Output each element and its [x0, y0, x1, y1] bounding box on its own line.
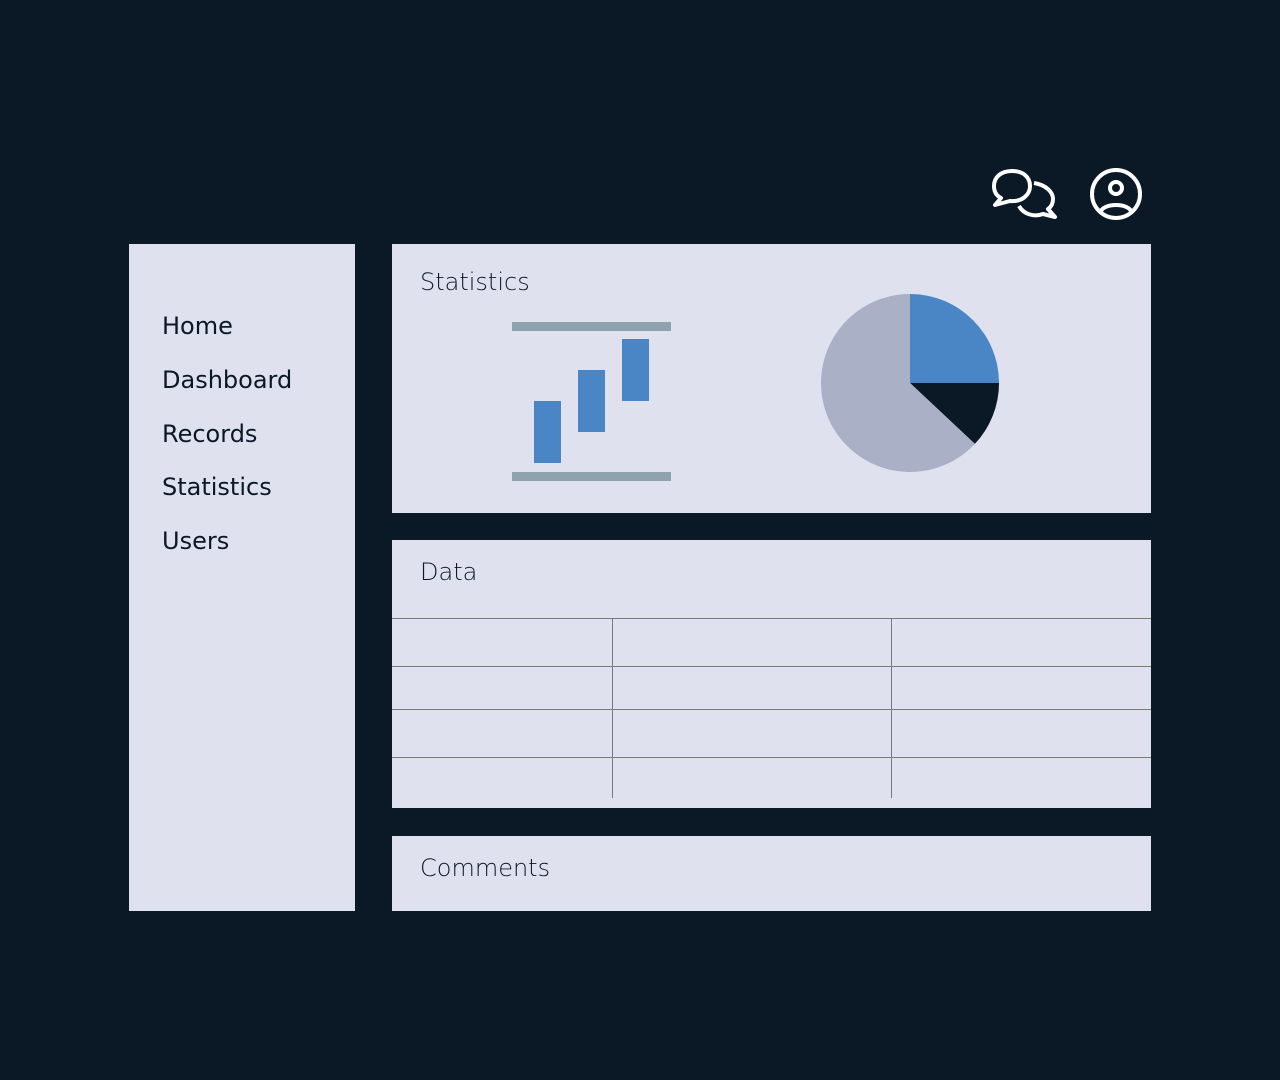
bar	[578, 370, 605, 432]
table-row-divider	[392, 757, 1151, 758]
table-row-divider	[392, 709, 1151, 710]
table-column-divider	[612, 619, 613, 798]
comments-title: Comments	[420, 854, 551, 882]
statistics-title: Statistics	[420, 268, 530, 296]
table-row-divider	[392, 618, 1151, 619]
sidebar-item-dashboard[interactable]: Dashboard	[162, 366, 292, 394]
data-panel: Data	[392, 540, 1151, 808]
sidebar: Home Dashboard Records Statistics Users	[129, 244, 355, 911]
pie-chart	[821, 294, 999, 472]
table-row-divider	[392, 666, 1151, 667]
sidebar-item-users[interactable]: Users	[162, 527, 229, 555]
sidebar-item-statistics[interactable]: Statistics	[162, 473, 272, 501]
table-column-divider	[891, 619, 892, 798]
bar	[622, 339, 649, 401]
sidebar-item-home[interactable]: Home	[162, 312, 233, 340]
sidebar-item-records[interactable]: Records	[162, 420, 257, 448]
data-title: Data	[420, 558, 478, 586]
bar-chart	[512, 322, 671, 481]
bar	[534, 401, 561, 463]
statistics-panel: Statistics	[392, 244, 1151, 513]
pie-slice	[910, 294, 999, 383]
comments-panel: Comments	[392, 836, 1151, 911]
chat-bubbles-icon[interactable]	[990, 166, 1060, 222]
bottom-rule	[512, 472, 671, 481]
user-circle-icon[interactable]	[1089, 167, 1143, 221]
top-rule	[512, 322, 671, 331]
